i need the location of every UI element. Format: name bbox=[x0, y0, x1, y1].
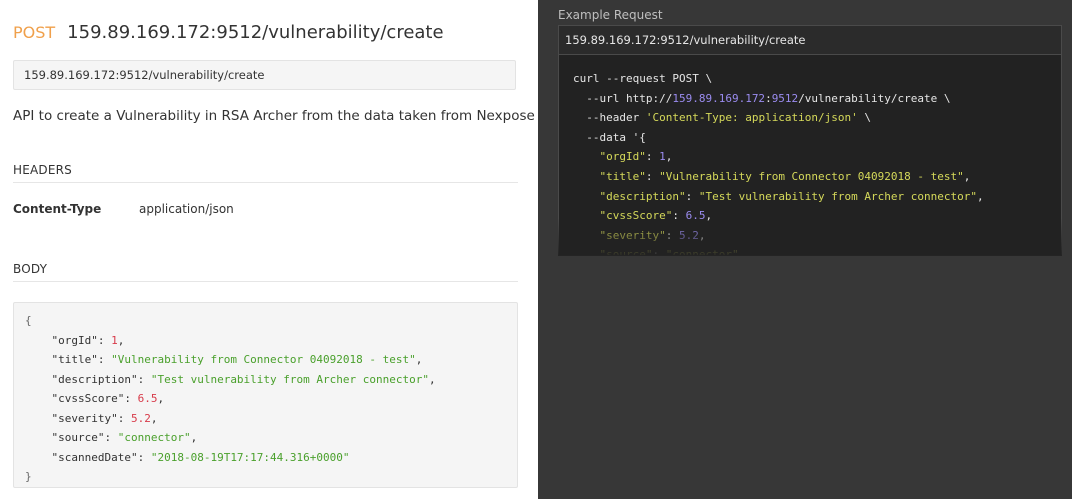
body-divider bbox=[13, 281, 518, 282]
endpoint-path: 159.89.169.172:9512/vulnerability/create bbox=[67, 21, 444, 43]
headers-divider bbox=[13, 182, 518, 183]
code-line: "title": "Vulnerability from Connector 0… bbox=[599, 169, 971, 183]
code-line: "description": "Test vulnerability from … bbox=[599, 189, 984, 203]
body-line: "title": "Vulnerability from Connector 0… bbox=[51, 353, 423, 366]
example-request-label: Example Request bbox=[558, 8, 663, 22]
endpoint-url-field[interactable]: 159.89.169.172:9512/vulnerability/create bbox=[13, 60, 516, 90]
body-line: "scannedDate": "2018-08-19T17:17:44.316+… bbox=[51, 450, 350, 464]
header-key: Content-Type bbox=[13, 202, 102, 216]
example-url-bar[interactable]: 159.89.169.172:9512/vulnerability/create bbox=[558, 25, 1062, 55]
code-line: --data '{ bbox=[573, 130, 646, 144]
code-line: --header 'Content-Type: application/json… bbox=[573, 111, 872, 125]
request-body-code[interactable]: { "orgId": 1, "title": "Vulnerability fr… bbox=[13, 302, 518, 488]
endpoint-description: API to create a Vulnerability in RSA Arc… bbox=[13, 108, 535, 124]
body-line: } bbox=[25, 470, 32, 483]
code-line: "cvssScore": 6.5, bbox=[599, 209, 713, 223]
headers-section-title: HEADERS bbox=[13, 163, 72, 177]
code-line: curl --request POST \ bbox=[573, 72, 713, 85]
body-line: { bbox=[25, 314, 32, 327]
endpoint-title: POST 159.89.169.172:9512/vulnerability/c… bbox=[13, 20, 444, 44]
body-line: "severity": 5.2, bbox=[51, 411, 158, 425]
code-line: "severity": 5.2, bbox=[599, 228, 706, 242]
body-line: "description": "Test vulnerability from … bbox=[51, 372, 436, 386]
code-line: --url http://159.89.169.172:9512/vulnera… bbox=[573, 91, 951, 105]
body-line: "source": "connector", bbox=[51, 431, 198, 444]
code-line: "source": "connector", bbox=[599, 248, 746, 256]
example-code-block[interactable]: curl --request POST \ --url http://159.8… bbox=[558, 55, 1062, 256]
body-line: "orgId": 1, bbox=[51, 333, 125, 347]
code-line: "orgId": 1, bbox=[599, 150, 673, 164]
header-value: application/json bbox=[139, 202, 234, 216]
body-line: "cvssScore": 6.5, bbox=[51, 392, 165, 405]
documentation-panel: POST 159.89.169.172:9512/vulnerability/c… bbox=[0, 0, 538, 499]
example-request-panel: Example Request 159.89.169.172:9512/vuln… bbox=[538, 0, 1072, 499]
http-method-badge: POST bbox=[13, 22, 56, 42]
body-section-title: BODY bbox=[13, 262, 48, 276]
